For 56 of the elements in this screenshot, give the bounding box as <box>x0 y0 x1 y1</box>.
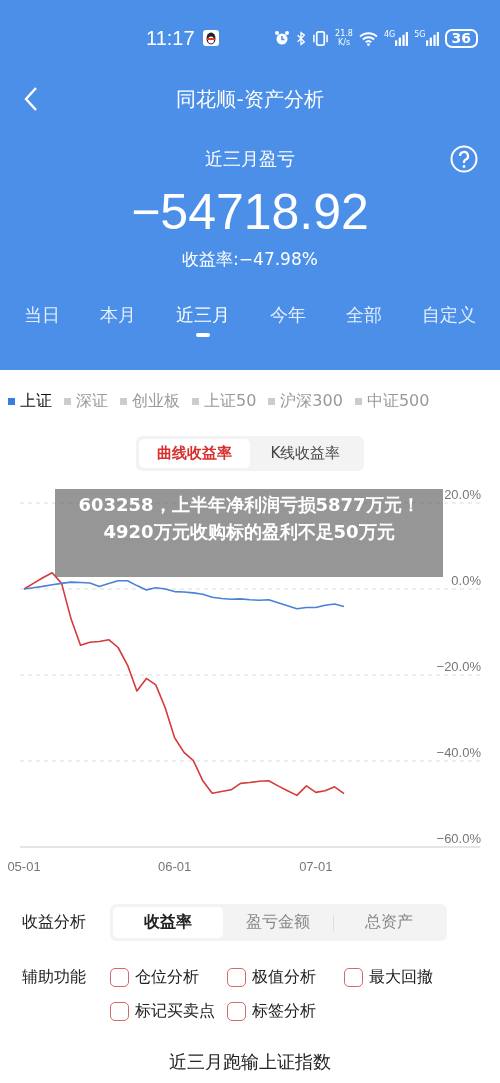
section-heading: 近三月跑输上证指数 <box>168 1050 332 1074</box>
signal-icon <box>395 30 409 46</box>
network-speed: 21.8 K/s <box>335 29 353 47</box>
checkbox[interactable] <box>344 968 363 987</box>
checkbox[interactable] <box>227 1002 246 1021</box>
chart-mode-tab[interactable]: 曲线收益率 <box>139 439 250 468</box>
chart-mode-tab[interactable]: K线收益率 <box>250 439 361 468</box>
period-tab[interactable]: 近三月 <box>174 299 232 341</box>
index-option[interactable]: 上证50 <box>192 388 257 414</box>
checkbox[interactable] <box>227 968 246 987</box>
x-tick-label: 06-01 <box>157 859 192 874</box>
index-option[interactable]: 创业板 <box>120 388 180 414</box>
alarm-icon <box>274 30 291 46</box>
y-tick-label: −20.0% <box>436 659 481 674</box>
period-tab[interactable]: 当日 <box>22 299 62 341</box>
status-time: 11:17 <box>146 26 195 50</box>
page-title: 同花顺-资产分析 <box>176 85 324 113</box>
y-tick-label: −40.0% <box>436 745 481 760</box>
headline-banner: 603258，上半年净利润亏损5877万元！4920万元收购标的盈利不足50万元 <box>55 489 443 577</box>
period-tab[interactable]: 全部 <box>344 299 384 341</box>
period-tab[interactable]: 自定义 <box>420 299 478 341</box>
return-rate: 收益率:−47.98% <box>181 248 319 271</box>
index-option[interactable]: 沪深300 <box>268 388 343 414</box>
y-tick-label: 0.0% <box>451 573 481 588</box>
battery-indicator: 36 <box>444 28 478 48</box>
wifi-icon <box>358 30 378 46</box>
checkbox-label: 标记买卖点 <box>135 1001 215 1022</box>
section-label: 收益分析 <box>22 912 86 933</box>
pnl-value: −54718.92 <box>130 183 370 242</box>
checkbox[interactable] <box>110 1002 129 1021</box>
section-label: 辅助功能 <box>22 967 86 988</box>
network-type: 4G <box>383 30 396 39</box>
checkbox[interactable] <box>110 968 129 987</box>
checkbox-label: 仓位分析 <box>135 967 199 988</box>
x-tick-label: 05-01 <box>7 859 41 874</box>
metric-tab[interactable]: 总资产 <box>334 907 444 938</box>
period-pnl-label: 近三月盈亏 <box>205 147 295 171</box>
y-tick-label: −60.0% <box>436 831 481 846</box>
period-tab[interactable]: 今年 <box>268 299 308 341</box>
help-icon[interactable] <box>450 145 478 173</box>
y-tick-label: 20.0% <box>444 487 481 502</box>
signal-icon <box>425 30 439 46</box>
checkbox-label: 标签分析 <box>252 1001 316 1022</box>
checkbox-label: 最大回撤 <box>369 967 433 988</box>
bluetooth-icon <box>296 30 307 46</box>
period-tab[interactable]: 本月 <box>98 299 138 341</box>
vibrate-icon <box>312 30 330 46</box>
index-option[interactable]: 中证500 <box>354 388 430 414</box>
index-option[interactable]: 深证 <box>64 388 108 414</box>
metric-tab[interactable]: 收益率 <box>113 907 223 938</box>
metric-tab[interactable]: 盈亏金额 <box>223 907 333 938</box>
network-type: 5G <box>414 30 426 39</box>
back-icon[interactable] <box>24 86 38 112</box>
index-option[interactable]: 上证 <box>8 388 52 414</box>
x-tick-label: 07-01 <box>299 859 333 874</box>
checkbox-label: 极值分析 <box>252 967 316 988</box>
